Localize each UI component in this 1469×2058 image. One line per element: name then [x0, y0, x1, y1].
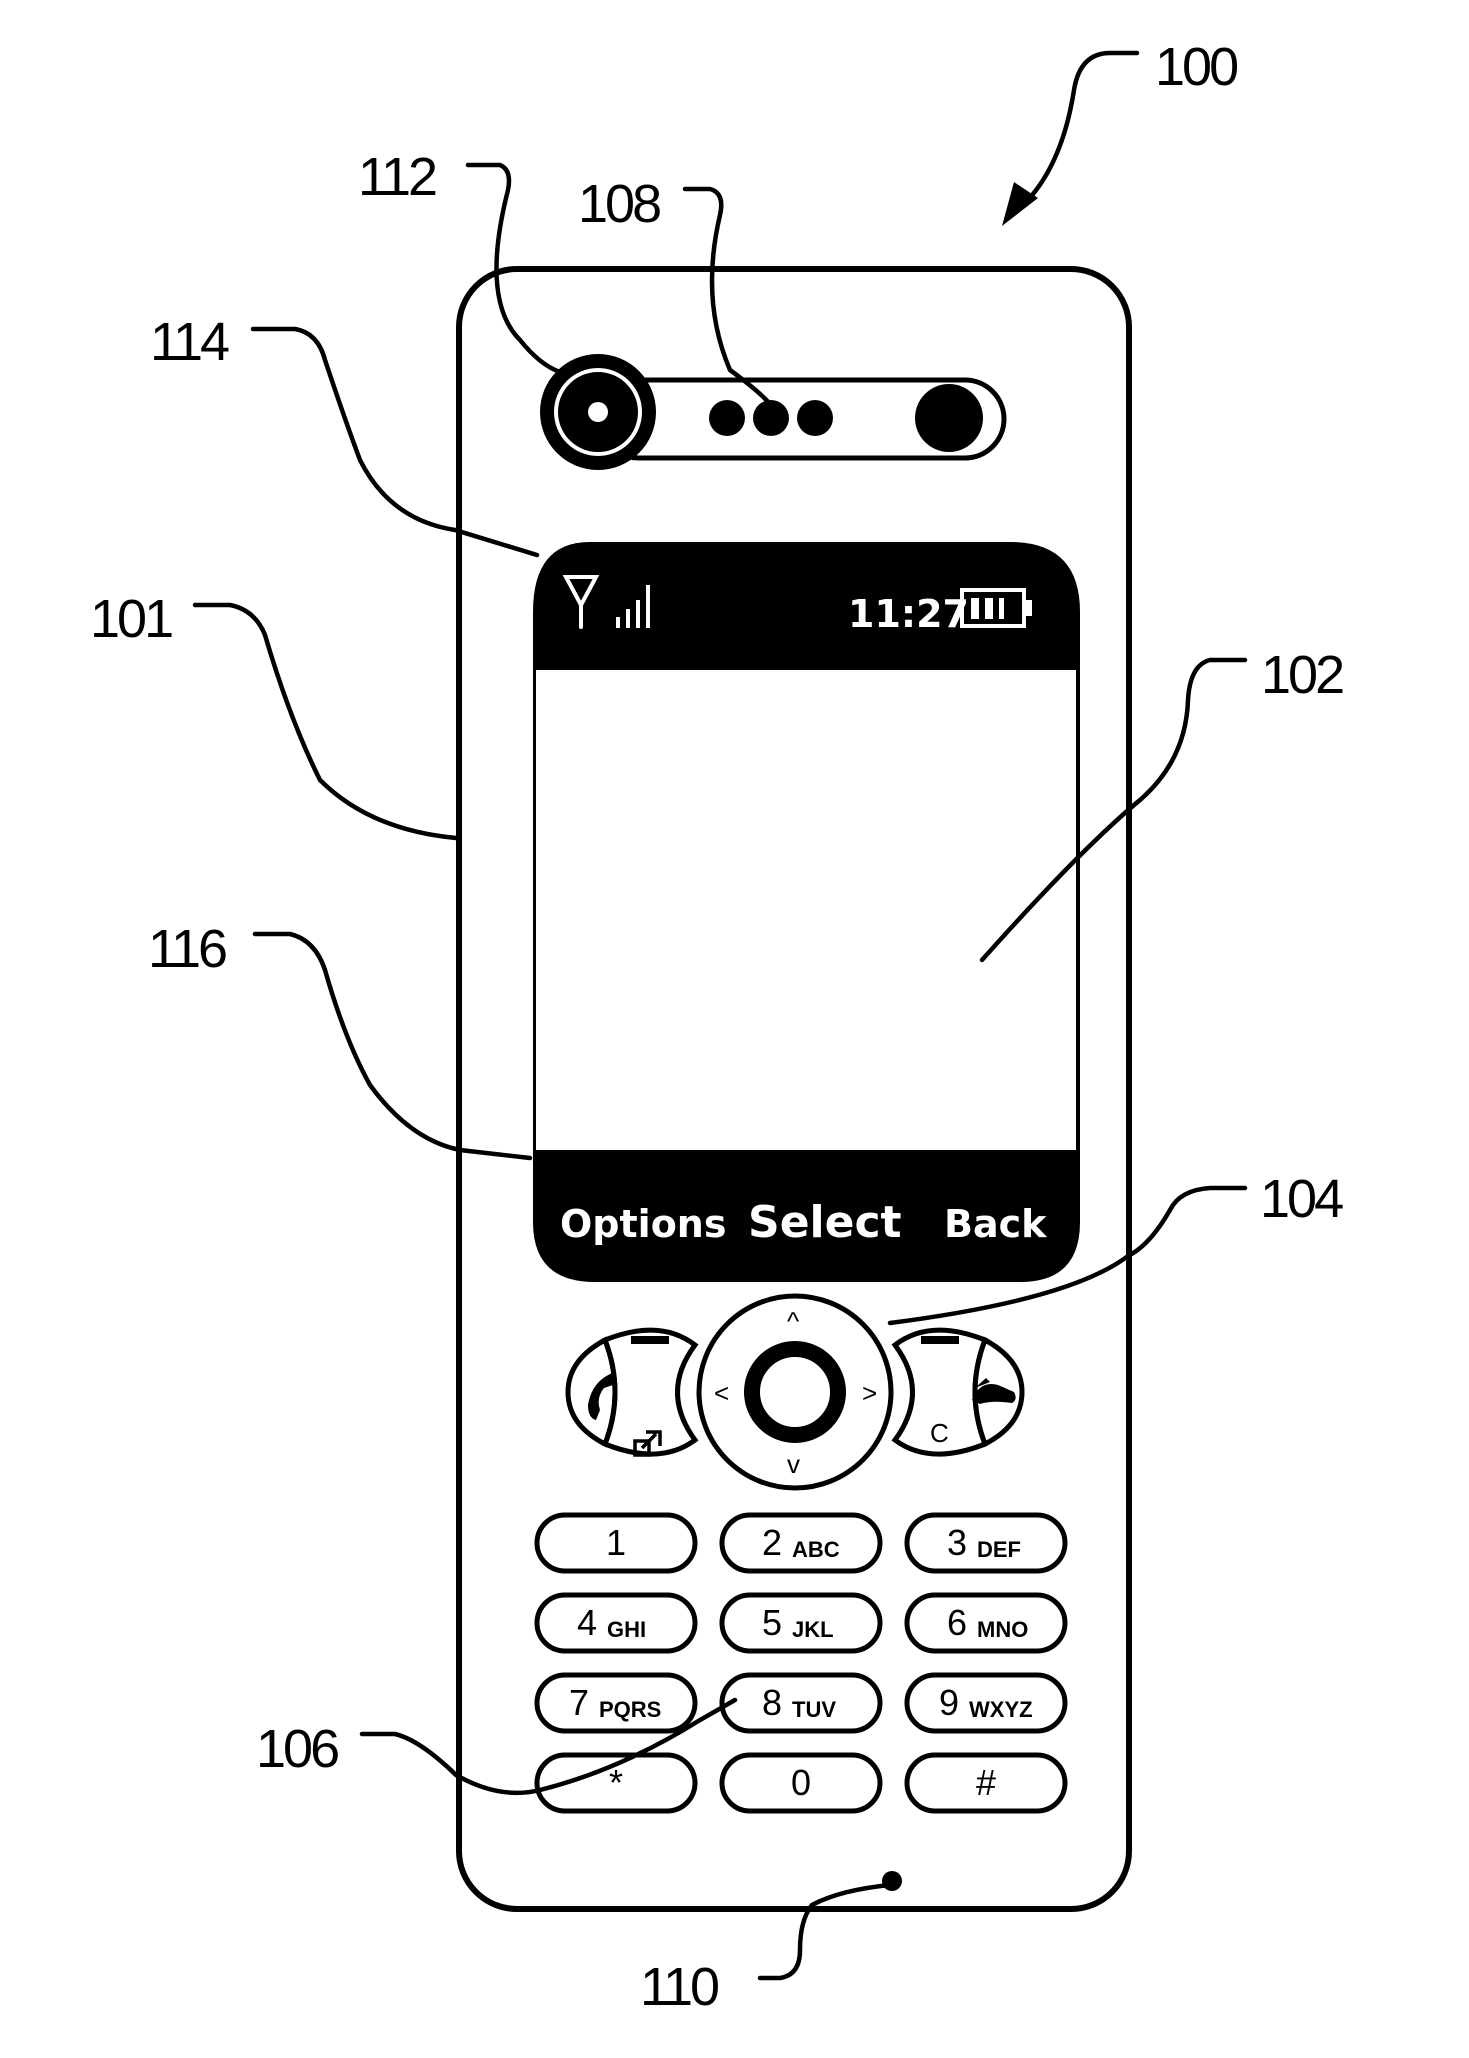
keypad-key-letters: DEF	[977, 1537, 1021, 1562]
keypad-key-letters: TUV	[792, 1697, 836, 1722]
keypad-key-letters: JKL	[792, 1617, 834, 1642]
clear-key-label: C	[930, 1418, 949, 1448]
display	[533, 542, 1080, 1282]
keypad-key-letters: WXYZ	[969, 1697, 1033, 1722]
dpad[interactable]: ^ v < >	[696, 1293, 894, 1491]
keypad-key[interactable]: 4 GHI	[534, 1592, 698, 1654]
leader-line-108	[682, 186, 774, 408]
dpad-down-arrow[interactable]: v	[787, 1449, 800, 1479]
keypad-key-number: 3	[947, 1522, 967, 1563]
keypad-key[interactable]: 6 MNO	[904, 1592, 1068, 1654]
leader-line-101	[192, 602, 459, 841]
keypad-key-letters: PQRS	[599, 1697, 661, 1722]
keypad-key-number: 0	[791, 1762, 811, 1803]
leader-line-114	[250, 326, 540, 558]
earpiece-hole	[709, 400, 745, 436]
end-call-icon	[972, 1378, 1016, 1404]
softkey-back[interactable]: Back	[944, 1202, 1047, 1246]
keypad-key[interactable]: 5 JKL	[719, 1592, 883, 1654]
ref-label-108: 108	[578, 174, 660, 234]
keypad-key-number: 9	[939, 1682, 959, 1723]
keypad-key-number: 2	[762, 1522, 782, 1563]
keypad-key[interactable]: #	[904, 1752, 1068, 1814]
keypad-key[interactable]: 2 ABC	[719, 1512, 883, 1574]
ref-label-106: 106	[256, 1719, 338, 1779]
ref-label-100: 100	[1155, 37, 1237, 97]
keypad-key-letters: MNO	[977, 1617, 1028, 1642]
patent-figure: 11:27 Options Select Back ^ v < > C 1 2 …	[90, 37, 1346, 2017]
keypad-key-letters: ABC	[792, 1537, 840, 1562]
keypad-key[interactable]: 7 PQRS	[534, 1672, 698, 1734]
keypad-key-number: 4	[577, 1602, 597, 1643]
ref-label-104: 104	[1260, 1169, 1343, 1229]
softkey-select[interactable]: Select	[748, 1197, 902, 1248]
ref-label-102: 102	[1261, 645, 1343, 705]
ref-label-110: 110	[640, 1957, 718, 2017]
display-content-area[interactable]	[536, 670, 1076, 1150]
keypad: 1 2 ABC 3 DEF4 GHI 5 JKL 6 MNO7 PQRS 8 TUV 9 WXYZ* 0 #	[534, 1512, 1068, 1814]
ref-label-112: 112	[358, 147, 436, 207]
keypad-key[interactable]: 8 TUV	[719, 1672, 883, 1734]
keypad-key-number: 7	[569, 1682, 589, 1723]
keypad-key-letters: GHI	[607, 1617, 646, 1642]
microphone	[882, 1871, 902, 1891]
keypad-key-number: 6	[947, 1602, 967, 1643]
leader-line-110	[757, 1882, 893, 1981]
dpad-up-arrow[interactable]: ^	[787, 1306, 800, 1336]
left-softkey[interactable]	[601, 1327, 699, 1457]
call-key-group[interactable]	[565, 1327, 699, 1457]
ref-label-101: 101	[90, 589, 172, 649]
call-key[interactable]	[565, 1336, 618, 1448]
arrowhead-100	[1002, 182, 1038, 226]
dpad-center-button[interactable]	[744, 1341, 846, 1443]
keypad-key[interactable]: 1	[534, 1512, 698, 1574]
navigation-keys: ^ v < > C	[565, 1293, 1025, 1491]
dpad-left-arrow[interactable]: <	[714, 1378, 729, 1408]
earpiece-hole	[797, 400, 833, 436]
softkey-options[interactable]: Options	[560, 1202, 726, 1246]
end-key-group[interactable]: C	[891, 1327, 1025, 1457]
keypad-key-number: #	[976, 1762, 996, 1803]
keypad-key[interactable]: 3 DEF	[904, 1512, 1068, 1574]
keypad-key-number: 5	[762, 1602, 782, 1643]
dpad-right-arrow[interactable]: >	[862, 1378, 877, 1408]
keypad-key-number: 8	[762, 1682, 782, 1723]
leader-line-116	[252, 931, 533, 1161]
ref-label-116: 116	[148, 919, 226, 979]
ref-label-114: 114	[150, 312, 229, 372]
keypad-key-number: 1	[606, 1522, 626, 1563]
softkey-bar: Options Select Back	[560, 1197, 1047, 1248]
status-time: 11:27	[848, 592, 969, 636]
light-sensor	[915, 384, 983, 452]
keypad-key[interactable]: 9 WXYZ	[904, 1672, 1068, 1734]
keypad-key[interactable]: 0	[719, 1752, 883, 1814]
